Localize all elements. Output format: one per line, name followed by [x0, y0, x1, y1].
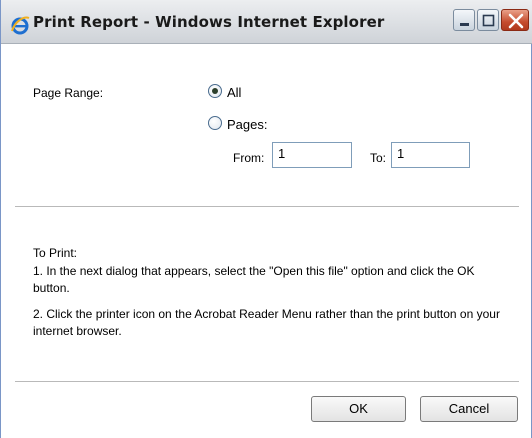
- to-input[interactable]: 1: [391, 142, 470, 168]
- to-label: To:: [370, 151, 387, 165]
- radio-selected-dot: [212, 88, 218, 94]
- from-input[interactable]: 1: [272, 142, 352, 168]
- radio-all[interactable]: [208, 84, 222, 98]
- footer-divider: [15, 381, 519, 382]
- radio-all-label[interactable]: All: [227, 85, 241, 100]
- radio-pages-label[interactable]: Pages:: [227, 117, 267, 132]
- page-range-label: Page Range:: [33, 86, 104, 100]
- internet-explorer-icon: [10, 15, 30, 35]
- window-title: Print Report - Windows Internet Explorer: [33, 13, 385, 31]
- instructions-heading: To Print:: [33, 246, 78, 260]
- from-label: From:: [233, 151, 265, 165]
- title-bar[interactable]: Print Report - Windows Internet Explorer: [1, 0, 532, 44]
- instruction-step-2: 2. Click the printer icon on the Acrobat…: [33, 307, 500, 338]
- minimize-button[interactable]: [453, 9, 475, 31]
- section-divider: [15, 206, 519, 207]
- radio-pages[interactable]: [208, 116, 222, 130]
- close-button[interactable]: [501, 9, 529, 31]
- ok-button[interactable]: OK: [311, 396, 406, 422]
- cancel-button[interactable]: Cancel: [420, 396, 518, 422]
- maximize-button[interactable]: [477, 9, 499, 31]
- instruction-step-1: 1. In the next dialog that appears, sele…: [33, 264, 475, 295]
- print-report-window: Print Report - Windows Internet Explorer…: [0, 0, 532, 438]
